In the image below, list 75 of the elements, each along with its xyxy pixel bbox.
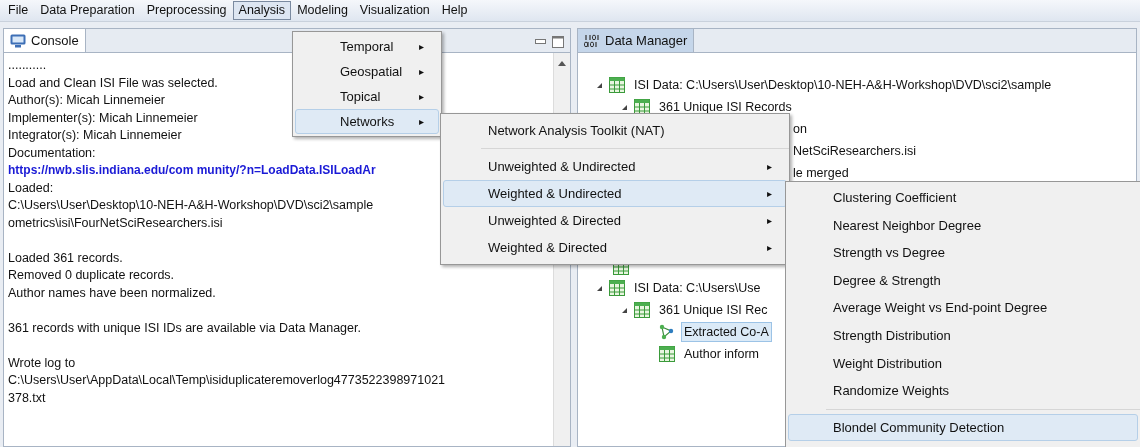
menu-item[interactable]: Topical ▸ — [295, 84, 439, 109]
minimize-icon[interactable] — [535, 39, 546, 45]
submenu-arrow: ▸ — [419, 40, 424, 54]
menu-item[interactable]: Networks ▸ — [295, 109, 439, 134]
menu-item[interactable]: Network Analysis Toolkit (NAT) — [443, 117, 787, 144]
console-line: C:\Users\User\Desktop\10-NEH-A&H-Workshop\DVD\sci2\sample — [8, 197, 374, 214]
submenu-arrow: ▸ — [767, 187, 772, 201]
menu-bar-item[interactable]: Preprocessing — [140, 1, 233, 20]
submenu-arrow: ▸ — [419, 65, 424, 79]
console-line: Loaded 361 records. — [8, 249, 123, 267]
menu-item[interactable]: Strength Distribution — [788, 321, 1138, 350]
tree-item[interactable]: NetSciResearchers.isi — [790, 140, 919, 162]
menu-item[interactable]: Degree & Strength — [788, 266, 1138, 295]
monitor-icon — [10, 33, 26, 48]
menu-item[interactable]: Nearest Neighbor Degree — [788, 211, 1138, 240]
console-line: Implementer(s): Micah Linnemeier — [8, 109, 198, 127]
table-icon — [634, 302, 650, 318]
table-icon — [609, 280, 625, 296]
menu-bar-item[interactable]: Analysis — [232, 1, 292, 20]
expand-triangle-icon[interactable] — [621, 306, 628, 314]
tree-item[interactable]: Author inform — [681, 343, 763, 365]
menu-bar-item[interactable]: Visualization — [353, 1, 436, 20]
network-icon — [659, 324, 675, 340]
console-line: Author names have been normalized. — [8, 284, 216, 302]
console-line: ometrics\isi\FourNetSciResearchers.isi — [8, 214, 223, 232]
menu-item[interactable]: Weight Distribution — [788, 349, 1138, 378]
submenu-arrow: ▸ — [767, 214, 772, 228]
menu-bar-item[interactable]: File — [2, 1, 35, 20]
documentation-link[interactable]: https://nwb.slis.indiana.edu/com munity/?n=LoadData.ISILoadAr — [8, 162, 376, 180]
menu-bar-item[interactable]: Data Preparation — [34, 1, 141, 20]
menu-item[interactable]: Clustering Coefficient — [788, 184, 1138, 212]
submenu-arrow: ▸ — [767, 160, 772, 174]
menu-item[interactable]: Temporal ▸ — [295, 34, 439, 59]
expand-triangle-icon[interactable] — [596, 284, 603, 292]
console-line: ........... — [8, 57, 47, 74]
console-line: Load and Clean ISI File was selected. — [8, 74, 218, 92]
menu-item[interactable]: Unweighted & Undirected ▸ — [443, 153, 787, 180]
console-line: Integrator(s): Micah Linnemeier — [8, 127, 182, 144]
console-line: C:\Users\User\AppData\Local\Temp\isiduplicateremoverlog4773522398971021 — [8, 372, 446, 389]
table-icon — [659, 346, 675, 362]
menu-item[interactable]: Weighted & Undirected ▸ — [443, 180, 787, 207]
console-line: Documentation: — [8, 144, 96, 162]
maximize-icon[interactable] — [552, 36, 564, 48]
tree-item[interactable]: ISI Data: C:\Users\User\Desktop\10-NEH-A&H-Workshop\DVD\sci2\sample — [631, 74, 1055, 96]
menu-item[interactable]: Blondel Community Detection — [788, 413, 1138, 442]
menu-item[interactable]: Unweighted & Directed ▸ — [443, 207, 787, 234]
tree-item[interactable]: 361 Unique ISI Rec — [656, 299, 771, 321]
caret-up-icon — [558, 60, 566, 66]
tree-item[interactable]: on — [790, 118, 810, 140]
expand-triangle-icon[interactable] — [596, 81, 603, 89]
data-manager-tab[interactable]: Data Manager — [578, 29, 695, 52]
console-line: Removed 0 duplicate records. — [8, 267, 175, 284]
submenu-arrow: ▸ — [419, 90, 424, 104]
tree-item[interactable]: ISI Data: C:\Users\Use — [631, 277, 764, 299]
submenu-arrow: ▸ — [767, 241, 772, 255]
menu-item[interactable]: Randomize Weights — [788, 377, 1138, 405]
tree-item[interactable]: Extracted Co-A — [681, 321, 772, 343]
console-tab[interactable]: Console — [4, 29, 86, 52]
console-line: 361 records with unique ISI IDs are available via Data Manager. — [8, 319, 361, 337]
table-icon — [609, 77, 625, 93]
tree-item[interactable]: 361 Unique ISI Records — [656, 96, 795, 118]
binary-icon — [584, 33, 600, 48]
console-line: 378.txt — [8, 389, 46, 407]
expand-triangle-icon[interactable] — [621, 103, 628, 111]
menu-item[interactable]: Geospatial ▸ — [295, 59, 439, 84]
tree-item[interactable]: le merged — [790, 162, 852, 184]
console-line: Wrote log to — [8, 354, 76, 372]
console-line: Author(s): Micah Linnemeier — [8, 92, 165, 109]
menu-item[interactable]: Strength vs Degree — [788, 239, 1138, 267]
submenu-arrow: ▸ — [419, 115, 424, 129]
menu-item[interactable]: Average Weight vs End-point Degree — [788, 294, 1138, 322]
console-line: Loaded: — [8, 179, 54, 197]
menu-item[interactable]: Weighted & Directed ▸ — [443, 234, 787, 261]
menu-bar-item[interactable]: Help — [435, 1, 474, 20]
menu-bar-item[interactable]: Modeling — [291, 1, 354, 20]
